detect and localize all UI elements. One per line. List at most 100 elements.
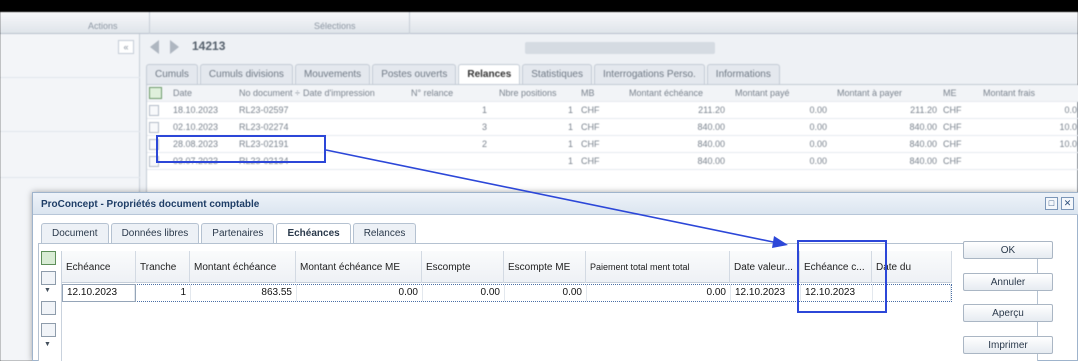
cell-escompte[interactable]: 0.00 [423, 285, 505, 301]
cell-paye: 0.00 [809, 139, 827, 149]
tab-donnees-libres[interactable]: Données libres [110, 223, 200, 243]
cell-positions: 1 [567, 139, 573, 149]
document-icon [149, 122, 159, 133]
column-header[interactable]: Montant échéance [629, 88, 703, 98]
ribbon-group-actions [0, 12, 150, 34]
column-header-montant[interactable]: Montant échéance [190, 251, 296, 283]
tab-mouvements[interactable]: Mouvements [294, 64, 371, 84]
column-header[interactable]: Montant payé [735, 88, 790, 98]
highlight-box-echeance [797, 240, 887, 313]
tab-relances[interactable]: Relances [458, 64, 521, 84]
document-number: 14213 [192, 39, 226, 53]
save-icon[interactable] [41, 271, 56, 285]
chevron-down-icon[interactable]: ▼ [44, 341, 51, 348]
collapse-panel-button[interactable]: « [118, 40, 134, 54]
excel-export-icon[interactable] [149, 87, 162, 99]
cell-frais: 0.0 [1064, 105, 1077, 115]
table-row[interactable]: 18.10.2023 RL23-02597 1 1 CHF 211.20 0.0… [147, 102, 1078, 119]
excel-export-icon[interactable] [41, 251, 56, 265]
cell-paye: 0.00 [809, 122, 827, 132]
column-header[interactable]: Montant frais [983, 88, 1035, 98]
left-panel-row[interactable] [0, 114, 140, 132]
column-header-date-valeur[interactable]: Date valeur... [730, 251, 800, 283]
cell-me: CHF [943, 105, 962, 115]
cell-doc: RL23-02274 [239, 122, 289, 132]
ok-button[interactable]: OK [963, 241, 1053, 259]
column-header[interactable]: No document ÷ [239, 88, 300, 98]
cell-mb: CHF [581, 139, 600, 149]
cell-date: 02.10.2023 [173, 122, 219, 132]
ribbon-group-selections [150, 12, 410, 34]
column-header-montant-me[interactable]: Montant échéance ME [296, 251, 422, 283]
left-panel-row[interactable] [0, 160, 140, 178]
cell-tranche[interactable]: 1 [137, 285, 191, 301]
column-header-tranche[interactable]: Tranche [136, 251, 190, 283]
close-icon[interactable]: ✕ [1061, 197, 1074, 210]
chevron-down-icon[interactable]: ▼ [44, 287, 51, 294]
tab-postes-ouverts[interactable]: Postes ouverts [372, 64, 457, 84]
cell-montant-me[interactable]: 0.00 [297, 285, 423, 301]
cell-apayer: 211.20 [910, 105, 937, 115]
dialog-title-bar[interactable]: ProConcept - Propriétés document comptab… [33, 193, 1078, 215]
dialog-tabs: Document Données libres Partenaires Eché… [41, 223, 418, 243]
cell-paye: 0.00 [809, 105, 827, 115]
cell-mb: CHF [581, 105, 600, 115]
cell-me: CHF [943, 122, 962, 132]
cell-me: CHF [943, 156, 962, 166]
cell-relance: 2 [481, 139, 487, 149]
cell-montant: 840.00 [697, 139, 725, 149]
cell-montant[interactable]: 863.55 [191, 285, 297, 301]
column-header-escompte-me[interactable]: Escompte ME [504, 251, 586, 283]
column-header[interactable]: MB [581, 88, 595, 98]
cell-positions: 1 [567, 156, 573, 166]
maximize-icon[interactable]: □ [1045, 197, 1058, 210]
chart-icon[interactable] [41, 323, 56, 337]
redacted-partner-name [525, 42, 715, 54]
cell-positions: 1 [567, 122, 573, 132]
tab-relances[interactable]: Relances [352, 223, 417, 243]
preview-button[interactable]: Aperçu [963, 304, 1053, 322]
column-header[interactable]: Date d'impression [303, 88, 375, 98]
cell-relance: 1 [481, 105, 487, 115]
column-header[interactable]: Montant à payer [837, 88, 902, 98]
arrow-left-icon[interactable] [150, 40, 159, 54]
column-header-echeance[interactable]: Echéance [62, 251, 136, 283]
cell-apayer: 840.00 [909, 139, 937, 149]
table-row[interactable]: 02.10.2023 RL23-02274 3 1 CHF 840.00 0.0… [147, 119, 1078, 136]
cell-echeance[interactable]: 12.10.2023 [62, 284, 136, 302]
column-header[interactable]: Nbre positions [499, 88, 557, 98]
tab-echeances[interactable]: Echéances [276, 223, 351, 243]
column-header[interactable]: Date [173, 88, 192, 98]
arrow-right-icon[interactable] [170, 40, 179, 54]
tab-cumuls[interactable]: Cumuls [146, 64, 198, 84]
cell-date-valeur[interactable]: 12.10.2023 [731, 285, 801, 301]
cell-mb: CHF [581, 122, 600, 132]
dialog-title: ProConcept - Propriétés document comptab… [41, 199, 260, 210]
tab-partenaires[interactable]: Partenaires [201, 223, 275, 243]
document-icon [149, 105, 159, 116]
list-icon[interactable] [41, 301, 56, 315]
column-header-escompte[interactable]: Escompte [422, 251, 504, 283]
cell-frais: 10.0 [1059, 122, 1077, 132]
ribbon-selections-label: Sélections [314, 21, 356, 31]
print-button[interactable]: Imprimer [963, 336, 1053, 354]
tab-informations[interactable]: Informations [706, 64, 780, 84]
tab-interrogations-perso[interactable]: Interrogations Perso. [593, 64, 705, 84]
cell-montant: 840.00 [697, 122, 725, 132]
column-header[interactable]: N° relance [411, 88, 453, 98]
tab-statistiques[interactable]: Statistiques [522, 64, 592, 84]
tab-document[interactable]: Document [41, 223, 109, 243]
cell-paiement-total[interactable]: 0.00 [587, 285, 731, 301]
cell-apayer: 840.00 [909, 156, 937, 166]
ribbon-actions-label: Actions [88, 21, 118, 31]
left-panel-row[interactable] [0, 60, 140, 78]
column-header-paiement-total[interactable]: Paiement total ment total [586, 251, 730, 283]
cell-paye: 0.00 [809, 156, 827, 166]
cell-apayer: 840.00 [909, 122, 937, 132]
cell-escompte-me[interactable]: 0.00 [505, 285, 587, 301]
cancel-button[interactable]: Annuler [963, 273, 1053, 291]
cell-montant: 840.00 [697, 156, 725, 166]
tab-cumuls-divisions[interactable]: Cumuls divisions [199, 64, 293, 84]
column-header[interactable]: ME [943, 88, 957, 98]
cell-mb: CHF [581, 156, 600, 166]
